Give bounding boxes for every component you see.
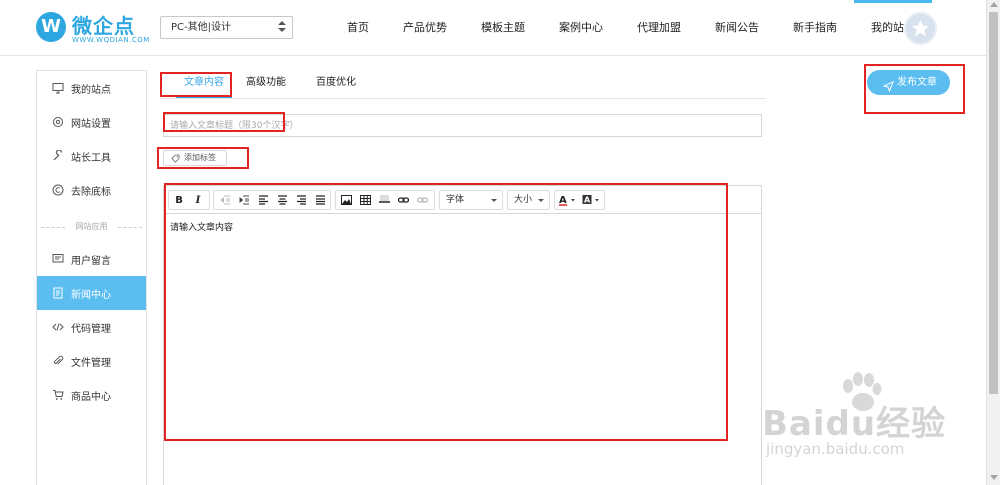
watermark-text: Baidu经验	[762, 404, 947, 444]
nav-templates[interactable]: 模板主题	[464, 0, 542, 56]
main-nav: 首页 产品优势 模板主题 案例中心 代理加盟 新闻公告 新手指南 我的站点	[330, 0, 932, 56]
font-size-label: 大小	[514, 195, 533, 205]
gear-icon	[51, 115, 65, 129]
nav-advantages[interactable]: 产品优势	[386, 0, 464, 56]
link-icon[interactable]	[394, 190, 412, 210]
justify-icon[interactable]	[311, 190, 329, 210]
sidebar-item-news-center[interactable]: 新闻中心	[37, 276, 146, 310]
star-icon	[911, 19, 930, 37]
sidebar-item-user-messages[interactable]: 用户留言	[37, 242, 146, 276]
background-color-icon[interactable]: A	[580, 190, 603, 210]
sidebar-item-remove-footer[interactable]: 去除底标	[37, 173, 146, 207]
dropdown-arrow-icon	[538, 199, 544, 202]
sidebar-item-product-center[interactable]: 商品中心	[37, 378, 146, 412]
message-icon	[51, 252, 65, 266]
sidebar-item-label: 文件管理	[71, 357, 111, 369]
tab-article-content[interactable]: 文章内容	[176, 70, 232, 98]
watermark-url: jingyan.baidu.com	[766, 440, 905, 458]
sidebar-item-label: 新闻中心	[71, 289, 111, 301]
sidebar-item-label: 网站设置	[71, 118, 111, 130]
rich-text-editor: B I 字体 大小 A A 请输入文章内容	[163, 185, 762, 485]
scroll-thumb[interactable]	[989, 12, 998, 394]
publish-article-button[interactable]: 发布文章	[867, 70, 950, 95]
sidebar-item-label: 去除底标	[71, 186, 111, 198]
sidebar-item-site-settings[interactable]: 网站设置	[37, 105, 146, 139]
select-caret-icon	[278, 20, 286, 34]
bold-icon[interactable]: B	[170, 190, 188, 210]
nav-guide[interactable]: 新手指南	[776, 0, 854, 56]
font-family-label: 字体	[446, 195, 465, 205]
wrench-icon	[51, 149, 65, 163]
nav-agency[interactable]: 代理加盟	[620, 0, 698, 56]
nav-home[interactable]: 首页	[330, 0, 386, 56]
user-avatar[interactable]	[904, 12, 937, 45]
logo-mark-icon: W	[36, 12, 66, 42]
tab-baidu-seo[interactable]: 百度优化	[316, 70, 356, 98]
font-size-select[interactable]: 大小	[507, 190, 550, 210]
page-scrollbar[interactable]	[986, 0, 1000, 485]
top-header: W 微企点 WWW.WQDIAN.COM PC-其他|设计 首页 产品优势 模板…	[0, 0, 986, 56]
tag-icon	[171, 154, 180, 168]
logo[interactable]: W 微企点 WWW.WQDIAN.COM	[36, 12, 166, 46]
code-icon	[51, 320, 65, 334]
sidebar-item-my-sites[interactable]: 我的站点	[37, 71, 146, 105]
sidebar: 我的站点 网站设置 站长工具 去除底标 网站应用 用户留言 新闻中心 代码管理 …	[36, 70, 147, 485]
scroll-up-arrow-icon[interactable]	[990, 2, 998, 7]
send-icon	[882, 77, 895, 102]
sidebar-item-file-management[interactable]: 文件管理	[37, 344, 146, 378]
sidebar-item-label: 代码管理	[71, 323, 111, 335]
align-left-icon[interactable]	[254, 190, 272, 210]
unlink-icon[interactable]	[413, 190, 431, 210]
copyright-icon	[51, 183, 65, 197]
sidebar-group-label: 网站应用	[37, 219, 146, 235]
scroll-down-arrow-icon[interactable]	[990, 475, 998, 480]
sidebar-item-webmaster-tools[interactable]: 站长工具	[37, 139, 146, 173]
sidebar-item-label: 站长工具	[71, 152, 111, 164]
nav-news[interactable]: 新闻公告	[698, 0, 776, 56]
editor-toolbar: B I 字体 大小 A A	[164, 186, 761, 214]
outdent-icon[interactable]	[216, 190, 234, 210]
horizontal-rule-icon[interactable]	[375, 190, 393, 210]
editor-content-area[interactable]: 请输入文章内容	[164, 215, 761, 485]
dropdown-arrow-icon	[491, 199, 497, 202]
cart-icon	[51, 388, 65, 402]
align-center-icon[interactable]	[273, 190, 291, 210]
monitor-icon	[51, 81, 65, 95]
article-title-input[interactable]	[163, 114, 762, 137]
tab-advanced[interactable]: 高级功能	[246, 70, 286, 98]
logo-text: 微企点	[72, 14, 135, 38]
publish-label: 发布文章	[897, 77, 937, 88]
sidebar-item-label: 用户留言	[71, 255, 111, 267]
font-family-select[interactable]: 字体	[439, 190, 503, 210]
site-selector-value: PC-其他|设计	[171, 22, 231, 33]
font-color-icon[interactable]: A	[556, 190, 579, 210]
sidebar-item-code-management[interactable]: 代码管理	[37, 310, 146, 344]
add-tag-label: 添加标签	[184, 153, 216, 162]
logo-subtext: WWW.WQDIAN.COM	[72, 36, 150, 44]
svg-text:A: A	[584, 196, 591, 205]
site-selector[interactable]: PC-其他|设计	[160, 16, 293, 39]
baidu-watermark: Baidu经验 jingyan.baidu.com	[762, 372, 962, 472]
document-icon	[51, 286, 65, 300]
italic-icon[interactable]: I	[189, 190, 207, 210]
indent-icon[interactable]	[235, 190, 253, 210]
paperclip-icon	[51, 354, 65, 368]
sidebar-item-label: 我的站点	[71, 84, 111, 96]
align-right-icon[interactable]	[292, 190, 310, 210]
image-icon[interactable]	[337, 190, 355, 210]
paw-icon	[843, 372, 882, 411]
nav-cases[interactable]: 案例中心	[542, 0, 620, 56]
add-tag-button[interactable]: 添加标签	[163, 150, 227, 166]
article-tabs: 文章内容 高级功能 百度优化	[160, 70, 766, 99]
table-icon[interactable]	[356, 190, 374, 210]
sidebar-item-label: 商品中心	[71, 391, 111, 403]
